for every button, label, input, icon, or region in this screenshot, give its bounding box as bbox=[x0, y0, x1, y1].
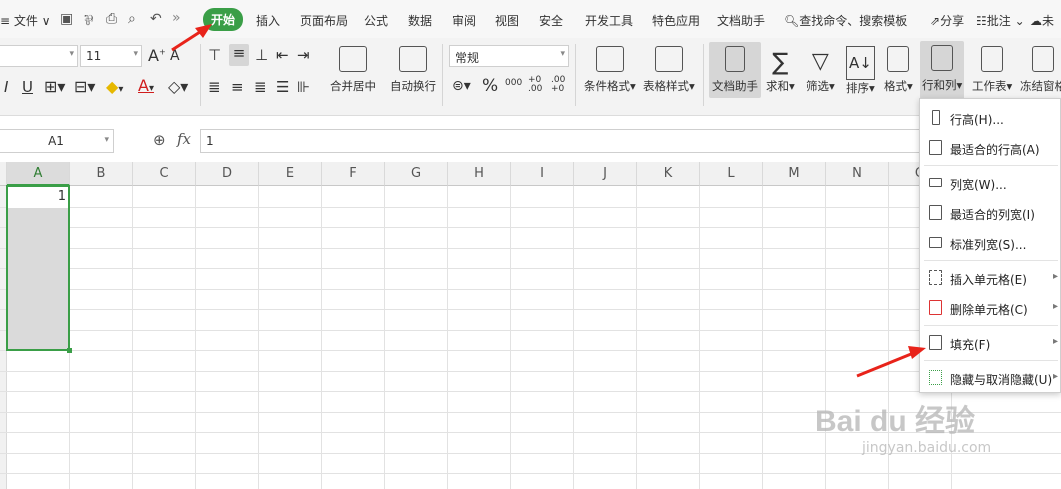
annotation-arrows bbox=[171, 24, 926, 378]
arrow-to-fill-item bbox=[856, 346, 926, 378]
arrow-to-home-tab bbox=[171, 24, 212, 52]
